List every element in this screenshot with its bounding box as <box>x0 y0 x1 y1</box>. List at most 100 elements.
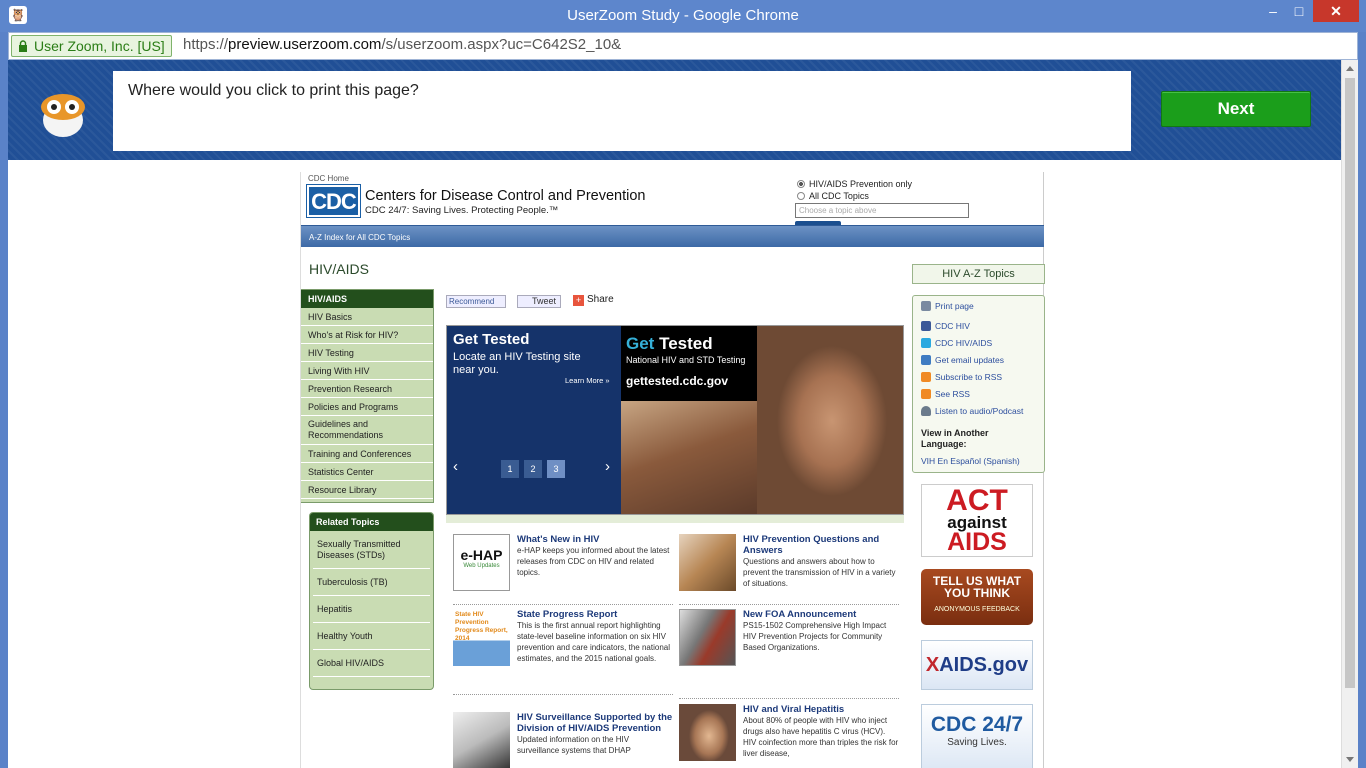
window-title: UserZoom Study - Google Chrome <box>567 7 799 24</box>
nav-item-hiv-basics[interactable]: HIV Basics <box>301 308 433 326</box>
print-page-link[interactable]: Print page <box>921 301 974 311</box>
vertical-scrollbar[interactable] <box>1341 60 1358 768</box>
tweet-button[interactable]: Tweet <box>517 295 561 308</box>
computer-user-thumbnail[interactable] <box>453 712 510 768</box>
tool-label: Listen to audio/Podcast <box>935 406 1024 416</box>
address-bar[interactable]: User Zoom, Inc. [US] https://preview.use… <box>8 32 1358 60</box>
ehap-thumbnail[interactable]: e-HAP Web Updates <box>453 534 510 591</box>
nav-item-hiv-testing[interactable]: HIV Testing <box>301 344 433 362</box>
see-rss-link[interactable]: See RSS <box>921 389 970 399</box>
carousel-slide-panel[interactable]: Get Tested Locate an HIV Testing site ne… <box>447 326 621 514</box>
ev-label: User Zoom, Inc. [US] <box>34 38 165 54</box>
nav-item-at-risk[interactable]: Who's at Risk for HIV? <box>301 326 433 344</box>
cdc-home-link[interactable]: CDC Home <box>308 174 349 183</box>
subscribe-rss-link[interactable]: Subscribe to RSS <box>921 372 1002 382</box>
share-button[interactable]: + Share <box>573 294 614 306</box>
article-body: This is the first annual report highligh… <box>517 621 670 663</box>
maximize-button[interactable]: □ <box>1284 0 1314 22</box>
page-title: HIV/AIDS <box>309 261 369 277</box>
related-item-tb[interactable]: Tuberculosis (TB) <box>313 569 430 596</box>
carousel-prev-icon[interactable]: ‹ <box>453 458 458 475</box>
carousel-page-2[interactable]: 2 <box>524 460 542 478</box>
window-titlebar: 🦉 UserZoom Study - Google Chrome – □ ✕ <box>0 0 1366 32</box>
carousel-page-3[interactable]: 3 <box>547 460 565 478</box>
article-foa[interactable]: New FOA Announcement PS15-1502 Comprehen… <box>679 609 899 671</box>
spanish-language-link[interactable]: VIH En Español (Spanish) <box>921 456 1020 466</box>
radio-selected-icon[interactable] <box>797 180 805 188</box>
tool-label: Get email updates <box>935 355 1004 365</box>
feature-carousel[interactable]: Get Tested Locate an HIV Testing site ne… <box>446 325 904 515</box>
related-item-hepatitis[interactable]: Hepatitis <box>313 596 430 623</box>
nav-item-living-with-hiv[interactable]: Living With HIV <box>301 362 433 380</box>
carousel-title[interactable]: Get Tested <box>453 331 529 348</box>
left-nav-header[interactable]: HIV/AIDS <box>301 290 433 308</box>
cdc-org-name[interactable]: Centers for Disease Control and Preventi… <box>365 188 645 204</box>
scroll-down-arrow-icon[interactable] <box>1346 757 1354 762</box>
email-updates-link[interactable]: Get email updates <box>921 355 1004 365</box>
article-divider <box>453 694 673 695</box>
cdc-search-input[interactable]: Choose a topic above <box>795 203 969 218</box>
related-topics-header: Related Topics <box>310 513 433 531</box>
lock-icon <box>19 40 27 52</box>
task-question-box: Where would you click to print this page… <box>113 71 1131 151</box>
nav-item-resource-library[interactable]: Resource Library <box>301 481 433 499</box>
related-item-global[interactable]: Global HIV/AIDS <box>313 650 430 677</box>
twitter-cdc-hiv-link[interactable]: CDC HIV/AIDS <box>921 338 992 348</box>
article-title[interactable]: HIV Prevention Questions and Answers <box>743 534 899 556</box>
related-item-stds[interactable]: Sexually Transmitted Diseases (STDs) <box>313 531 430 569</box>
article-state-progress[interactable]: State HIV Prevention Progress Report, 20… <box>453 609 673 689</box>
hiv-az-topics[interactable]: HIV A-Z Topics <box>912 264 1045 284</box>
search-scope-all[interactable]: All CDC Topics <box>797 191 869 201</box>
article-title[interactable]: HIV Surveillance Supported by the Divisi… <box>517 712 673 734</box>
scroll-up-arrow-icon[interactable] <box>1346 66 1354 71</box>
cdc-247-logo: CDC 24/7 <box>930 713 1024 736</box>
radio-unselected-icon[interactable] <box>797 192 805 200</box>
podcast-link[interactable]: Listen to audio/Podcast <box>921 406 1023 416</box>
article-title[interactable]: What's New in HIV <box>517 534 673 545</box>
meeting-thumbnail[interactable] <box>679 609 736 666</box>
next-button[interactable]: Next <box>1161 91 1311 127</box>
nav-item-statistics[interactable]: Statistics Center <box>301 463 433 481</box>
search-scope-hiv[interactable]: HIV/AIDS Prevention only <box>797 179 912 189</box>
article-text: HIV Prevention Questions and Answers Que… <box>743 534 899 589</box>
article-text: New FOA Announcement PS15-1502 Comprehen… <box>743 609 899 653</box>
article-divider <box>679 604 899 605</box>
aids-gov-banner[interactable]: XAIDS.gov <box>921 640 1033 690</box>
pills-thumbnail[interactable] <box>679 534 736 591</box>
nav-item-policies[interactable]: Policies and Programs <box>301 398 433 416</box>
article-whats-new[interactable]: e-HAP Web Updates What's New in HIV e-HA… <box>453 534 673 596</box>
red-ribbon-icon: X <box>925 654 940 676</box>
couple-photo <box>621 401 757 514</box>
scrollbar-thumb[interactable] <box>1345 78 1355 688</box>
nav-item-guidelines[interactable]: Guidelines and Recommendations <box>301 416 433 445</box>
url-path: /s/userzoom.aspx?uc=C642S2_10& <box>381 36 622 53</box>
facebook-recommend-button[interactable]: Recommend <box>446 295 506 308</box>
article-prevention-qa[interactable]: HIV Prevention Questions and Answers Que… <box>679 534 899 596</box>
close-button[interactable]: ✕ <box>1313 0 1359 22</box>
related-item-healthy-youth[interactable]: Healthy Youth <box>313 623 430 650</box>
nav-item-prevention-research[interactable]: Prevention Research <box>301 380 433 398</box>
article-surveillance[interactable]: HIV Surveillance Supported by the Divisi… <box>453 712 673 768</box>
url-text[interactable]: https://preview.userzoom.com/s/userzoom.… <box>183 36 621 53</box>
nav-item-training[interactable]: Training and Conferences <box>301 445 433 463</box>
article-title[interactable]: State Progress Report <box>517 609 673 620</box>
cdc-logo[interactable]: CDC <box>306 184 361 218</box>
ev-certificate-badge[interactable]: User Zoom, Inc. [US] <box>11 35 172 57</box>
feedback-banner[interactable]: TELL US WHAT YOU THINK ANONYMOUS FEEDBAC… <box>921 569 1033 625</box>
article-viral-hepatitis[interactable]: HIV and Viral Hepatitis About 80% of peo… <box>679 704 899 768</box>
learn-more-link[interactable]: Learn More » <box>565 376 610 385</box>
get-tested-promo[interactable]: Get Tested National HIV and STD Testing … <box>621 326 757 401</box>
article-body: e-HAP keeps you informed about the lates… <box>517 546 670 577</box>
facebook-cdc-hiv-link[interactable]: CDC HIV <box>921 321 970 331</box>
act-against-aids-banner[interactable]: ACT against AIDS <box>921 484 1033 557</box>
article-text: What's New in HIV e-HAP keeps you inform… <box>517 534 673 578</box>
cdc-247-banner[interactable]: CDC 24/7 Saving Lives. <box>921 704 1033 768</box>
carousel-footer-strip <box>446 515 904 523</box>
woman-portrait-thumbnail[interactable] <box>679 704 736 761</box>
az-index-link[interactable]: A-Z Index for All CDC Topics <box>309 233 410 242</box>
state-report-thumbnail[interactable]: State HIV Prevention Progress Report, 20… <box>453 609 510 666</box>
article-title[interactable]: HIV and Viral Hepatitis <box>743 704 899 715</box>
carousel-page-1[interactable]: 1 <box>501 460 519 478</box>
article-title[interactable]: New FOA Announcement <box>743 609 899 620</box>
carousel-next-icon[interactable]: › <box>605 458 610 475</box>
